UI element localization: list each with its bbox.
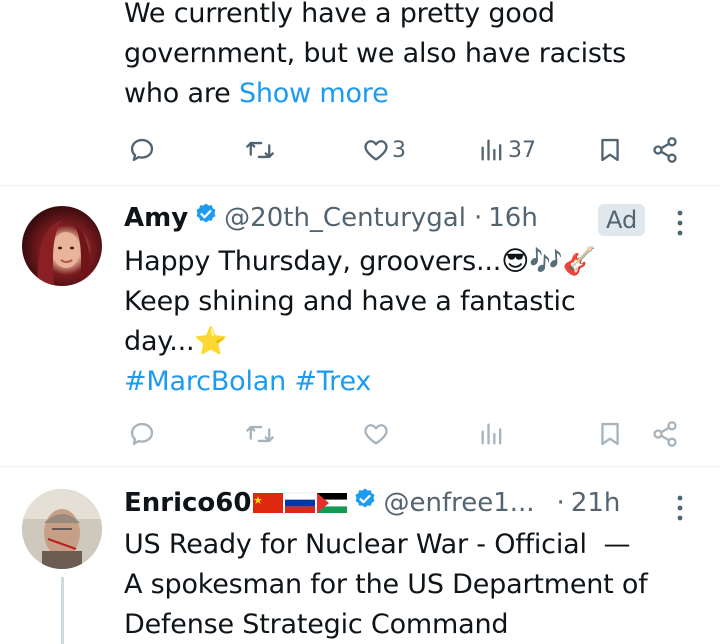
bookmark-icon	[601, 422, 619, 446]
separator-dot: ·	[473, 202, 483, 233]
tweet-1-line-2: government, but we also have racists	[124, 38, 627, 69]
tweet-3-text: US Ready for Nuclear War - Official — A …	[124, 525, 704, 644]
retweet-icon	[246, 141, 274, 159]
tweet-3-line-3: Defense Strategic Command	[124, 609, 509, 640]
ad-badge: Ad	[598, 204, 646, 236]
palestine-flag-icon	[317, 492, 348, 513]
tweet-2-line-1: Happy Thursday, groovers...😎🎶🎸	[124, 246, 596, 277]
tweet-2-action-bar	[0, 416, 720, 456]
share-icon	[653, 137, 677, 163]
tweet-1-action-bar: 3 37	[0, 128, 720, 172]
separator-dot: ·	[556, 487, 565, 518]
timestamp[interactable]: 16h	[488, 203, 538, 233]
more-dots-icon	[677, 495, 683, 521]
bookmark-button[interactable]	[596, 420, 624, 448]
avatar-image	[37, 220, 91, 286]
heart-icon	[364, 424, 388, 445]
more-dots-icon	[677, 210, 683, 236]
like-button[interactable]	[362, 420, 390, 448]
avatar-image	[22, 489, 102, 569]
verified-badge-icon	[353, 487, 377, 518]
author-handle[interactable]: @20th_Centurygal	[224, 203, 466, 233]
verified-badge-icon	[194, 202, 218, 233]
tweet-1-line-1: We currently have a pretty good	[124, 0, 555, 29]
tweet-3-line-2: A spokesman for the US Department of	[124, 569, 648, 600]
more-options-button[interactable]	[672, 208, 688, 242]
retweet-button[interactable]	[245, 136, 275, 164]
tweet-2[interactable]: Amy @20th_Centurygal · 16h Ad Happy Thur…	[0, 186, 720, 458]
tweet-2-header: Amy @20th_Centurygal · 16h	[124, 202, 538, 233]
tweet-1-line-3: who are Show more	[124, 74, 694, 114]
author-handle[interactable]: @enfree1...	[383, 488, 534, 518]
show-more-link[interactable]: Show more	[239, 78, 389, 109]
retweet-icon	[246, 425, 274, 443]
tweet-3[interactable]: Enrico60 @enfree1... · 21h US Ready for …	[0, 467, 720, 644]
author-name[interactable]: Amy	[124, 203, 188, 233]
reply-button[interactable]	[128, 420, 156, 448]
bookmark-button[interactable]	[596, 136, 624, 164]
hashtags[interactable]: #MarcBolan #Trex	[124, 362, 694, 402]
share-icon	[653, 421, 677, 447]
reply-icon	[130, 422, 154, 446]
views-icon	[481, 423, 502, 445]
avatar[interactable]	[22, 489, 102, 569]
views-button[interactable]	[478, 420, 506, 448]
bookmark-icon	[601, 138, 619, 162]
reply-button[interactable]	[128, 136, 156, 164]
views-icon	[481, 139, 502, 161]
retweet-button[interactable]	[245, 420, 275, 448]
author-name[interactable]: Enrico60	[124, 488, 251, 518]
tweet-2-line-2: Keep shining and have a fantastic	[124, 286, 576, 317]
like-count: 3	[392, 137, 406, 163]
tweet-2-line-3: day...⭐	[124, 326, 228, 357]
tweet-1-line-3-text: who are	[124, 78, 239, 109]
more-options-button[interactable]	[672, 493, 688, 527]
avatar[interactable]	[22, 206, 102, 286]
timestamp[interactable]: 21h	[571, 488, 621, 518]
china-flag-icon	[253, 492, 284, 513]
view-count: 37	[508, 137, 536, 163]
thread-line	[61, 577, 64, 644]
heart-icon	[364, 140, 388, 161]
tweet-2-text: Happy Thursday, groovers...😎🎶🎸 Keep shin…	[124, 242, 694, 402]
russia-flag-icon	[285, 492, 316, 513]
reply-icon	[130, 138, 154, 162]
share-button[interactable]	[651, 420, 679, 448]
tweet-3-header: Enrico60 @enfree1... · 21h	[124, 487, 620, 518]
tweet-1-text: We currently have a pretty good governme…	[124, 0, 694, 114]
like-button[interactable]: 3	[362, 136, 406, 164]
tweet-3-line-1: US Ready for Nuclear War - Official —	[124, 529, 631, 560]
views-button[interactable]: 37	[478, 136, 536, 164]
share-button[interactable]	[651, 136, 679, 164]
